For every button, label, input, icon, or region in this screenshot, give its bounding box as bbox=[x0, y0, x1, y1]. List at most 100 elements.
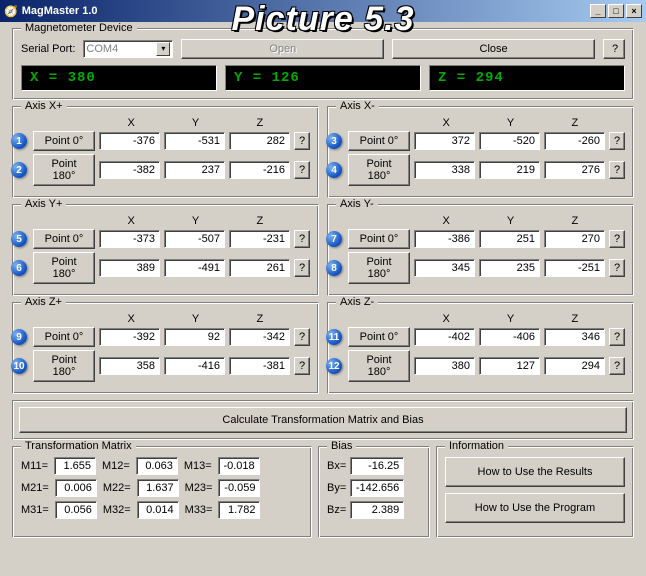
p0-help-button[interactable]: ? bbox=[609, 328, 625, 346]
p180-x-input[interactable] bbox=[414, 161, 475, 179]
axis-group: Axis Y-XYZ7Point 0°?8Point 180°? bbox=[327, 204, 634, 296]
col-z: Z bbox=[543, 215, 607, 227]
p180-y-input[interactable] bbox=[479, 161, 540, 179]
point180-button[interactable]: Point 180° bbox=[33, 350, 95, 382]
m11-input[interactable] bbox=[54, 457, 96, 475]
p180-help-button[interactable]: ? bbox=[294, 357, 310, 375]
p0-x-input[interactable] bbox=[99, 328, 160, 346]
device-help-button[interactable]: ? bbox=[603, 39, 625, 59]
p0-z-input[interactable] bbox=[544, 132, 605, 150]
m13-label: M13= bbox=[184, 460, 212, 472]
bias-legend: Bias bbox=[327, 440, 356, 452]
serial-port-select[interactable]: COM4 ▾ bbox=[83, 40, 173, 58]
p180-z-input[interactable] bbox=[544, 259, 605, 277]
point180-button[interactable]: Point 180° bbox=[348, 350, 410, 382]
bz-input[interactable] bbox=[350, 501, 404, 519]
p0-y-input[interactable] bbox=[164, 328, 225, 346]
m33-input[interactable] bbox=[218, 501, 260, 519]
p180-z-input[interactable] bbox=[229, 259, 290, 277]
p180-z-input[interactable] bbox=[544, 161, 605, 179]
minimize-button[interactable]: _ bbox=[590, 4, 606, 18]
p0-help-button[interactable]: ? bbox=[294, 230, 310, 248]
p0-y-input[interactable] bbox=[164, 132, 225, 150]
p180-x-input[interactable] bbox=[99, 357, 160, 375]
p180-x-input[interactable] bbox=[99, 259, 160, 277]
point180-button[interactable]: Point 180° bbox=[33, 154, 95, 186]
p0-y-input[interactable] bbox=[479, 328, 540, 346]
p0-x-input[interactable] bbox=[414, 132, 475, 150]
m31-input[interactable] bbox=[55, 501, 97, 519]
p0-help-button[interactable]: ? bbox=[294, 328, 310, 346]
p0-help-button[interactable]: ? bbox=[294, 132, 310, 150]
p0-z-input[interactable] bbox=[229, 132, 290, 150]
close-button[interactable]: Close bbox=[392, 39, 595, 59]
p0-x-input[interactable] bbox=[99, 132, 160, 150]
p180-y-input[interactable] bbox=[479, 259, 540, 277]
m21-input[interactable] bbox=[55, 479, 97, 497]
p0-z-input[interactable] bbox=[544, 328, 605, 346]
step-badge: 8 bbox=[326, 260, 342, 276]
axis-group: Axis Z-XYZ11Point 0°?12Point 180°? bbox=[327, 302, 634, 394]
p180-help-button[interactable]: ? bbox=[294, 161, 310, 179]
p180-z-input[interactable] bbox=[229, 161, 290, 179]
point0-button[interactable]: Point 0° bbox=[33, 327, 95, 347]
p180-help-button[interactable]: ? bbox=[294, 259, 310, 277]
p0-help-button[interactable]: ? bbox=[609, 132, 625, 150]
p0-y-input[interactable] bbox=[164, 230, 225, 248]
m23-input[interactable] bbox=[218, 479, 260, 497]
p0-z-input[interactable] bbox=[229, 230, 290, 248]
maximize-button[interactable]: □ bbox=[608, 4, 624, 18]
open-button[interactable]: Open bbox=[181, 39, 384, 59]
axis-group: Axis X+XYZ1Point 0°?2Point 180°? bbox=[12, 106, 319, 198]
p180-y-input[interactable] bbox=[164, 161, 225, 179]
calculate-button[interactable]: Calculate Transformation Matrix and Bias bbox=[19, 407, 627, 433]
point0-button[interactable]: Point 0° bbox=[348, 327, 410, 347]
how-to-program-button[interactable]: How to Use the Program bbox=[445, 493, 625, 523]
m13-input[interactable] bbox=[218, 457, 260, 475]
p0-help-button[interactable]: ? bbox=[609, 230, 625, 248]
p180-z-input[interactable] bbox=[229, 357, 290, 375]
axis-legend: Axis Z- bbox=[336, 296, 378, 308]
point0-button[interactable]: Point 0° bbox=[348, 229, 410, 249]
p0-x-input[interactable] bbox=[99, 230, 160, 248]
p180-y-input[interactable] bbox=[164, 259, 225, 277]
m32-input[interactable] bbox=[137, 501, 179, 519]
calc-group: Calculate Transformation Matrix and Bias bbox=[12, 400, 634, 440]
bx-input[interactable] bbox=[350, 457, 404, 475]
m22-input[interactable] bbox=[137, 479, 179, 497]
point0-button[interactable]: Point 0° bbox=[33, 131, 95, 151]
point180-button[interactable]: Point 180° bbox=[348, 154, 410, 186]
p0-y-input[interactable] bbox=[479, 230, 540, 248]
p180-help-button[interactable]: ? bbox=[609, 357, 625, 375]
col-z: Z bbox=[543, 117, 607, 129]
axis-legend: Axis X- bbox=[336, 100, 379, 112]
by-input[interactable] bbox=[350, 479, 404, 497]
p180-y-input[interactable] bbox=[479, 357, 540, 375]
p180-x-input[interactable] bbox=[414, 259, 475, 277]
p0-y-input[interactable] bbox=[479, 132, 540, 150]
close-window-button[interactable]: × bbox=[626, 4, 642, 18]
point180-button[interactable]: Point 180° bbox=[348, 252, 410, 284]
point0-button[interactable]: Point 0° bbox=[348, 131, 410, 151]
step-badge: 2 bbox=[11, 162, 27, 178]
p180-help-button[interactable]: ? bbox=[609, 161, 625, 179]
m33-label: M33= bbox=[185, 504, 213, 516]
p180-help-button[interactable]: ? bbox=[609, 259, 625, 277]
p0-z-input[interactable] bbox=[544, 230, 605, 248]
p0-x-input[interactable] bbox=[414, 328, 475, 346]
col-y: Y bbox=[478, 313, 542, 325]
p180-y-input[interactable] bbox=[164, 357, 225, 375]
m12-input[interactable] bbox=[136, 457, 178, 475]
point0-button[interactable]: Point 0° bbox=[33, 229, 95, 249]
p0-x-input[interactable] bbox=[414, 230, 475, 248]
col-y: Y bbox=[478, 215, 542, 227]
how-to-results-button[interactable]: How to Use the Results bbox=[445, 457, 625, 487]
p0-z-input[interactable] bbox=[229, 328, 290, 346]
col-z: Z bbox=[228, 117, 292, 129]
p180-z-input[interactable] bbox=[544, 357, 605, 375]
step-badge: 1 bbox=[11, 133, 27, 149]
p180-x-input[interactable] bbox=[414, 357, 475, 375]
point180-button[interactable]: Point 180° bbox=[33, 252, 95, 284]
p180-x-input[interactable] bbox=[99, 161, 160, 179]
info-legend: Information bbox=[445, 440, 508, 452]
